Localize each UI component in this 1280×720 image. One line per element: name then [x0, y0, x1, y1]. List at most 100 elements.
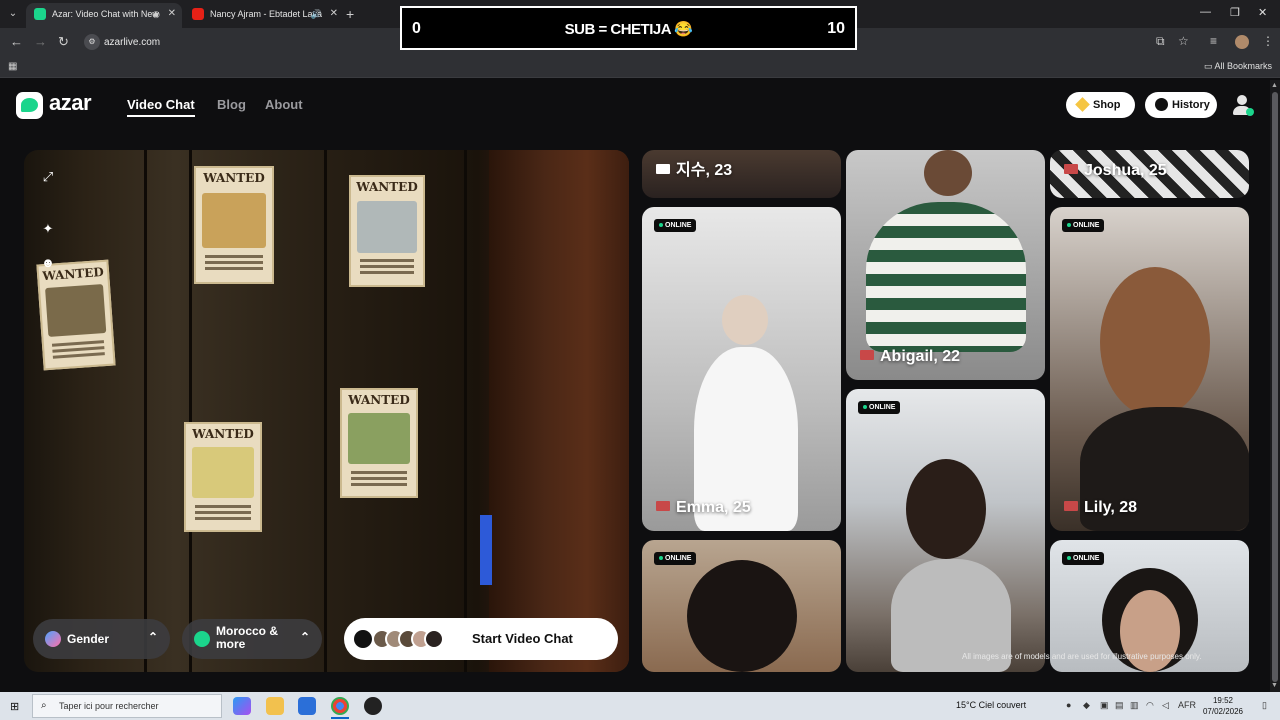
profile-card[interactable]: ONLINE	[846, 389, 1045, 672]
history-button[interactable]: History	[1145, 92, 1217, 118]
poster-heading: WANTED	[348, 393, 410, 407]
tab-nancy-ajram[interactable]: Nancy Ajram - Ebtadet Laya 🔊 ✕	[184, 3, 344, 28]
poster-heading: WANTED	[192, 427, 254, 441]
profile-card[interactable]: ONLINE	[642, 540, 841, 672]
close-window-icon[interactable]: ✕	[1258, 6, 1267, 19]
nav-blog[interactable]: Blog	[217, 97, 246, 112]
apps-grid-icon[interactable]: ▦	[8, 61, 17, 72]
taskbar-search-input[interactable]: ⌕ Taper ici pour rechercher	[32, 694, 222, 718]
gender-icon	[45, 631, 61, 647]
stream-overlay-banner: 0 SUB = CHETIJA 😂 10	[400, 6, 857, 50]
flag-icon	[860, 350, 874, 360]
forward-icon[interactable]: →	[34, 34, 47, 49]
nav-about[interactable]: About	[265, 97, 303, 112]
tray-icon[interactable]: ▥	[1130, 700, 1139, 711]
wanted-poster: WANTED	[340, 388, 418, 498]
menu-kebab-icon[interactable]: ⋮	[1262, 34, 1274, 48]
store-icon[interactable]	[298, 697, 316, 715]
os-taskbar: ⊞ ⌕ Taper ici pour rechercher 15°C Ciel …	[0, 692, 1280, 720]
tab-close-icon[interactable]: ✕	[168, 3, 176, 25]
sticker-icon[interactable]: ☻	[37, 252, 59, 274]
restore-icon[interactable]: ❐	[1230, 6, 1240, 19]
profile-avatar-icon[interactable]	[1235, 35, 1249, 49]
volume-icon[interactable]: ◁	[1162, 700, 1169, 711]
install-app-icon[interactable]: ⧉	[1156, 34, 1165, 49]
azar-logo-icon[interactable]	[16, 92, 43, 119]
shop-button[interactable]: Shop	[1066, 92, 1135, 118]
poster-heading: WANTED	[356, 180, 418, 194]
profile-card[interactable]: Abigail, 22	[846, 150, 1045, 380]
online-badge: ONLINE	[858, 401, 901, 414]
profile-card[interactable]: Joshua, 25	[1050, 150, 1249, 198]
disclaimer-text: All images are of models and are used fo…	[962, 652, 1202, 661]
minimize-icon[interactable]: —	[1200, 6, 1211, 18]
wanted-poster: WANTED	[36, 259, 116, 371]
user-account-icon[interactable]	[1232, 95, 1254, 117]
bookmarks-bar: ▦ ▭ All Bookmarks	[0, 56, 1280, 78]
flag-icon	[1064, 501, 1078, 511]
wifi-icon[interactable]: ◠	[1146, 700, 1154, 711]
tray-icon[interactable]: ●	[1066, 700, 1071, 710]
url-field[interactable]: azarlive.com	[104, 37, 160, 48]
new-tab-icon[interactable]: +	[346, 6, 354, 22]
tray-icon[interactable]: ▣	[1100, 700, 1109, 711]
gender-filter-button[interactable]: Gender ⌃	[33, 619, 170, 659]
nav-video-chat[interactable]: Video Chat	[127, 97, 195, 117]
online-badge: ONLINE	[1062, 552, 1105, 565]
overlay-right-count: 10	[827, 20, 845, 37]
scroll-up-icon[interactable]: ▲	[1271, 82, 1278, 89]
brand-name[interactable]: azar	[49, 90, 92, 116]
file-explorer-icon[interactable]	[266, 697, 284, 715]
tab-azar[interactable]: Azar: Video Chat with New ◉ ✕	[26, 3, 182, 28]
chrome-icon[interactable]	[331, 697, 349, 715]
overlay-text: SUB = CHETIJA 😂	[564, 21, 693, 38]
shop-label: Shop	[1093, 99, 1121, 111]
site-header: azar Video Chat Blog About Shop History	[0, 80, 1270, 130]
app-icon[interactable]	[364, 697, 382, 715]
region-filter-button[interactable]: Morocco & more ⌃	[182, 619, 322, 659]
all-bookmarks-label: All Bookmarks	[1214, 61, 1273, 71]
online-badge: ONLINE	[1062, 219, 1105, 232]
profile-name: Lily, 28	[1084, 499, 1138, 516]
copilot-icon[interactable]	[233, 697, 251, 715]
tray-icon[interactable]: ◆	[1083, 700, 1090, 711]
chevron-up-icon: ⌃	[299, 630, 310, 644]
reload-icon[interactable]: ↻	[58, 34, 69, 50]
globe-icon	[194, 631, 210, 647]
tray-icon[interactable]: ▤	[1115, 700, 1124, 711]
all-bookmarks-link[interactable]: ▭ All Bookmarks	[1204, 61, 1272, 72]
profile-name: Abigail, 22	[880, 348, 961, 365]
language-indicator[interactable]: AFR	[1178, 700, 1196, 710]
clock-icon	[1155, 98, 1168, 111]
video-camera-icon	[354, 630, 372, 648]
magic-wand-icon[interactable]: ✦	[37, 218, 59, 240]
online-badge: ONLINE	[654, 219, 697, 232]
weather-widget[interactable]: 15°C Ciel couvert	[956, 700, 1026, 710]
taskbar-clock[interactable]: 19:52 07/02/2026	[1200, 695, 1246, 717]
profile-card[interactable]: ONLINE Lily, 28	[1050, 207, 1249, 531]
audio-icon[interactable]: 🔊	[311, 3, 322, 25]
profile-card[interactable]: ONLINE Emma, 25	[642, 207, 841, 531]
gem-icon	[1075, 97, 1090, 112]
page-scrollbar[interactable]: ▲ ▼	[1270, 80, 1280, 692]
scroll-thumb[interactable]	[1272, 92, 1278, 682]
start-label: Start Video Chat	[472, 631, 573, 646]
notification-icon[interactable]: ▯	[1262, 700, 1267, 711]
scroll-down-icon[interactable]: ▼	[1271, 682, 1278, 689]
region-label: Morocco & more	[216, 624, 279, 651]
back-icon[interactable]: ←	[10, 34, 23, 49]
expand-icon[interactable]: ⤢	[37, 166, 59, 188]
avatar-stack	[372, 629, 444, 649]
media-control-icon[interactable]: ≡	[1210, 34, 1217, 48]
start-video-chat-button[interactable]: Start Video Chat	[344, 618, 618, 660]
online-badge: ONLINE	[654, 552, 697, 565]
tab-close-icon[interactable]: ✕	[330, 3, 338, 25]
windows-start-icon[interactable]: ⊞	[10, 700, 19, 713]
azar-favicon-icon	[34, 8, 46, 20]
history-label: History	[1172, 99, 1210, 111]
profile-card[interactable]: 지수, 23	[642, 150, 841, 198]
tab-search-icon[interactable]: ⌄	[5, 6, 21, 22]
profile-name: 지수, 23	[676, 162, 733, 179]
bookmark-star-icon[interactable]: ☆	[1178, 34, 1189, 48]
site-info-icon[interactable]: ⚙	[84, 34, 100, 50]
